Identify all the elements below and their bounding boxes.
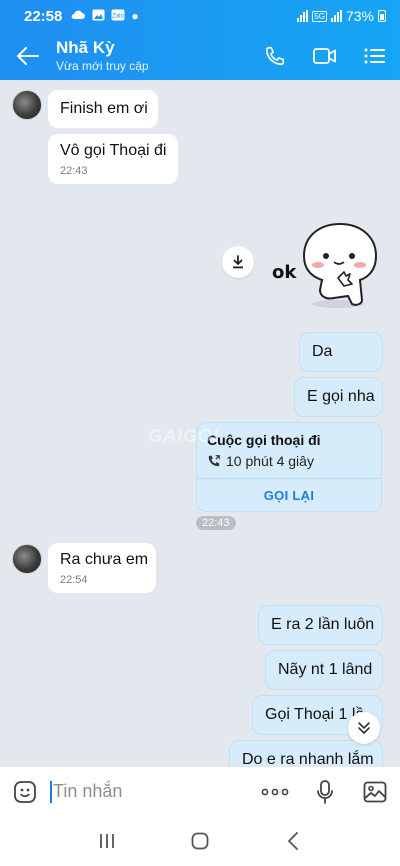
status-bar: 22:58 Zalo ● 5G 73%	[0, 0, 400, 32]
message-input[interactable]: Tin nhắn	[50, 767, 250, 817]
network-badge: 5G	[312, 10, 327, 22]
emoji-button[interactable]	[0, 767, 50, 817]
sticker[interactable]: ok	[268, 220, 384, 312]
status-time: 22:58	[24, 7, 63, 25]
home-icon	[191, 832, 209, 850]
message-outgoing[interactable]: Da	[299, 332, 383, 372]
message-text: Da	[312, 343, 333, 360]
call-again-button[interactable]: GỌI LẠI	[197, 479, 381, 512]
status-right: 5G 73%	[297, 8, 386, 24]
call-duration-row: 10 phút 4 giây	[207, 453, 314, 469]
message-outgoing[interactable]: Nãy nt 1 lând	[265, 650, 383, 690]
message-outgoing[interactable]: E gọi nha	[294, 377, 383, 417]
message-incoming[interactable]: Vô gọi Thoại đi 22:43	[48, 134, 178, 184]
chat-area[interactable]: Finish em ơi Vô gọi Thoại đi 22:43 ok Da…	[0, 80, 400, 766]
contact-status: Vừa mới truy cập	[56, 59, 149, 73]
avatar[interactable]	[12, 90, 42, 120]
chat-menu-button[interactable]	[350, 32, 400, 80]
call-log-card[interactable]: Cuộc gọi thoại đi 10 phút 4 giây GỌI LẠI	[196, 422, 382, 512]
download-sticker-button[interactable]	[222, 246, 254, 278]
signal-icon	[297, 10, 309, 22]
message-text: Do e ra nhanh lắm	[242, 751, 374, 766]
message-incoming[interactable]: Finish em ơi	[48, 90, 158, 128]
message-incoming[interactable]: Ra chưa em 22:54	[48, 543, 156, 593]
gallery-notification-icon	[92, 9, 105, 24]
message-input-bar: Tin nhắn	[0, 766, 400, 816]
message-time: 22:43	[60, 165, 88, 177]
message-text: E gọi nha	[307, 388, 375, 405]
more-options-button[interactable]	[250, 767, 300, 817]
back-nav-button[interactable]	[273, 821, 313, 861]
emoji-icon	[14, 780, 36, 803]
top-bar: 22:58 Zalo ● 5G 73% Nhã Kỳ Vừa mới truy …	[0, 0, 400, 80]
contact-title[interactable]: Nhã Kỳ Vừa mới truy cập	[56, 38, 250, 74]
message-placeholder: Tin nhắn	[53, 781, 123, 801]
recents-icon	[99, 834, 114, 848]
microphone-icon	[317, 779, 333, 804]
system-navigation-bar	[0, 816, 400, 866]
contact-name: Nhã Kỳ	[56, 38, 115, 57]
video-call-button[interactable]	[300, 32, 350, 80]
phone-outgoing-icon	[208, 455, 220, 467]
battery-icon	[378, 10, 386, 22]
time-separator: 22:43	[196, 516, 236, 530]
message-text: E ra 2 lần luôn	[271, 616, 375, 633]
back-nav-icon	[288, 832, 299, 850]
cloud-icon	[70, 9, 86, 23]
signal-icon-2	[330, 10, 342, 22]
message-outgoing[interactable]: Do e ra nhanh lắm	[229, 740, 383, 766]
recents-button[interactable]	[87, 821, 127, 861]
dot-icon: ●	[131, 9, 139, 23]
more-dots-icon	[261, 788, 289, 795]
message-outgoing[interactable]: E ra 2 lần luôn	[258, 605, 383, 645]
call-duration: 10 phút 4 giây	[226, 453, 314, 469]
download-icon	[233, 255, 243, 269]
video-call-icon	[313, 48, 336, 64]
scroll-to-bottom-button[interactable]	[348, 712, 380, 744]
message-text: Finish em ơi	[60, 100, 148, 117]
back-button[interactable]	[0, 32, 56, 80]
call-title: Cuộc gọi thoại đi	[207, 432, 321, 448]
watermark: GAIGOI	[148, 426, 220, 446]
avatar[interactable]	[12, 544, 42, 574]
back-arrow-icon	[17, 47, 39, 65]
sticker-ok-text: ok	[272, 262, 297, 283]
message-text: Ra chưa em	[60, 551, 149, 568]
menu-list-icon	[364, 48, 385, 64]
voice-call-button[interactable]	[250, 32, 300, 80]
voice-message-button[interactable]	[300, 767, 350, 817]
home-button[interactable]	[180, 821, 220, 861]
send-image-button[interactable]	[350, 767, 400, 817]
image-icon	[363, 781, 387, 802]
battery-percent: 73%	[345, 8, 374, 24]
chat-header: Nhã Kỳ Vừa mới truy cập	[0, 32, 400, 80]
message-text: Nãy nt 1 lând	[278, 661, 373, 678]
phone-icon	[265, 46, 285, 66]
message-time: 22:54	[60, 574, 88, 586]
zalo-notification-icon: Zalo	[111, 9, 125, 24]
svg-text:Zalo: Zalo	[113, 13, 125, 19]
text-caret	[50, 780, 52, 803]
chevron-double-down-icon	[358, 722, 370, 734]
message-text: Vô gọi Thoại đi	[60, 142, 167, 159]
